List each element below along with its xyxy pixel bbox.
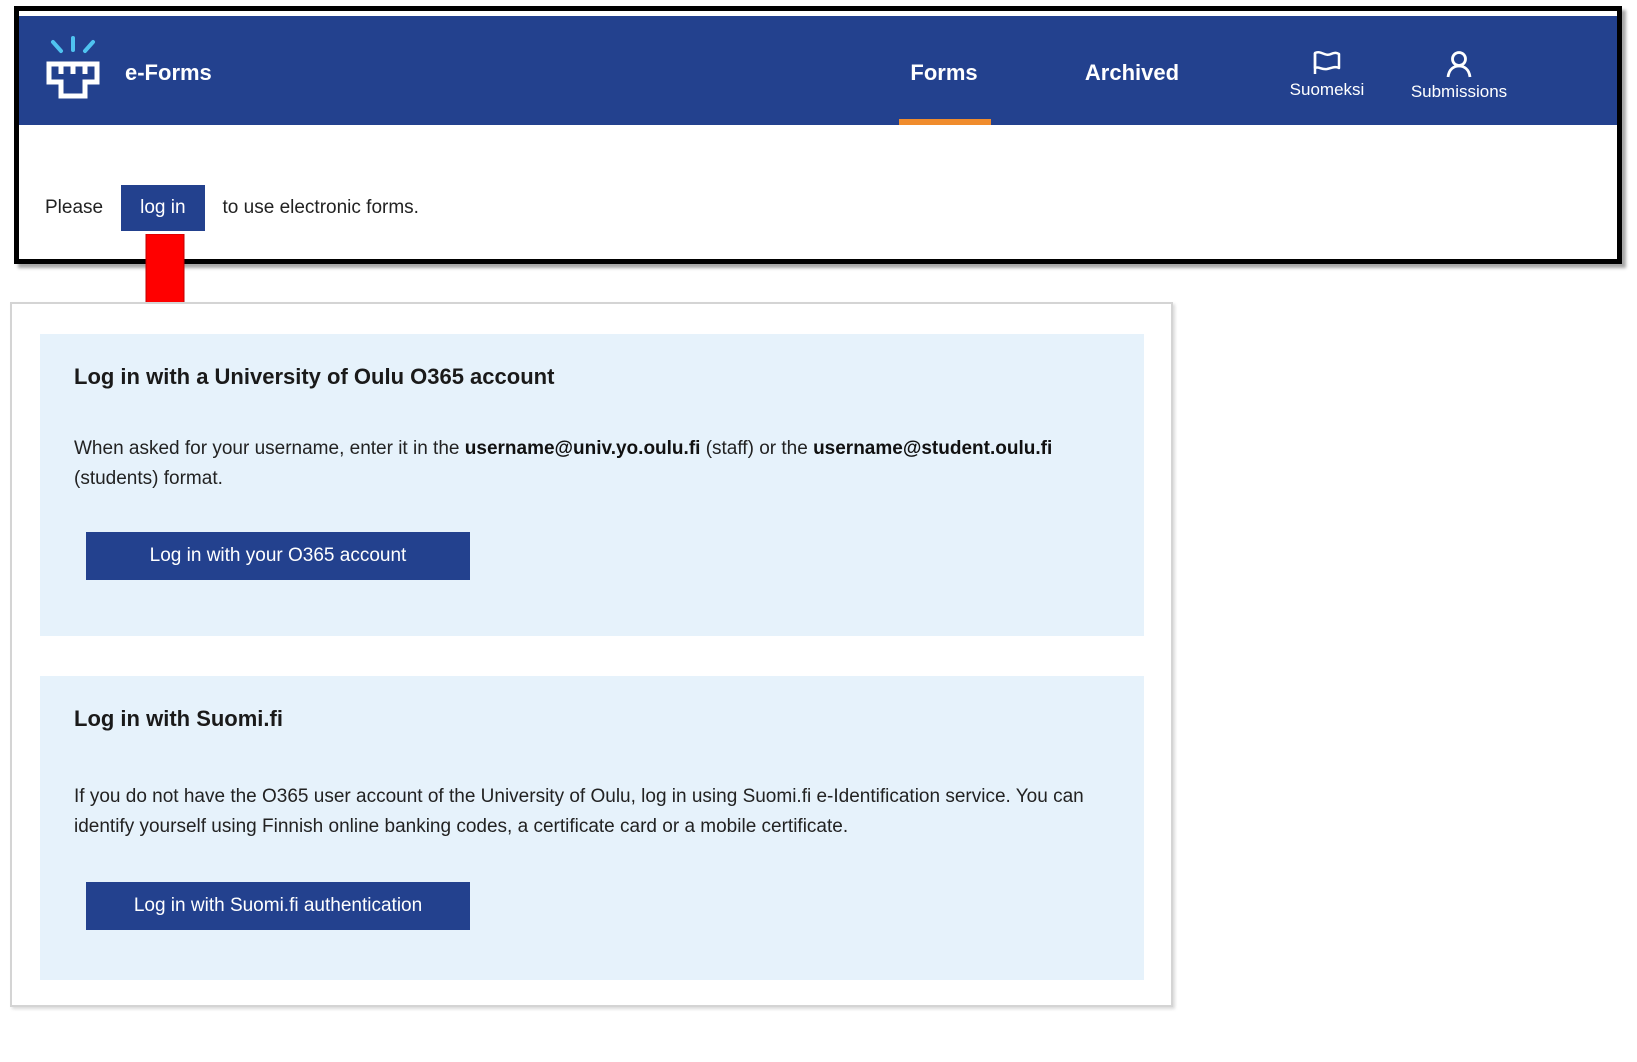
o365-login-card: Log in with a University of Oulu O365 ac… (40, 334, 1144, 636)
o365-card-description: When asked for your username, enter it i… (74, 434, 1114, 494)
login-prompt-after: to use electronic forms. (222, 197, 419, 218)
nav-forms[interactable]: Forms (899, 60, 989, 86)
app-brand[interactable]: e-Forms (125, 60, 212, 86)
flag-icon (1313, 51, 1341, 74)
login-options-panel: Log in with a University of Oulu O365 ac… (10, 302, 1173, 1007)
submissions-label: Submissions (1410, 82, 1508, 101)
log-in-button[interactable]: log in (121, 185, 205, 231)
staff-username-format: username@univ.yo.oulu.fi (464, 438, 701, 459)
language-switch-suomeksi[interactable]: Suomeksi (1281, 50, 1373, 100)
suomifi-login-button[interactable]: Log in with Suomi.fi authentication (86, 882, 470, 930)
o365-login-button[interactable]: Log in with your O365 account (86, 532, 470, 580)
o365-text-part: (students) format. (74, 468, 223, 489)
suomifi-card-description: If you do not have the O365 user account… (74, 786, 1084, 837)
suomifi-login-card: Log in with Suomi.fi If you do not have … (40, 676, 1144, 980)
nav-submissions[interactable]: Submissions (1399, 50, 1519, 102)
top-navbar: e-Forms Forms Archived Suomeksi Submissi… (19, 16, 1617, 125)
suomeksi-label: Suomeksi (1289, 80, 1365, 99)
header-screenshot-frame: e-Forms Forms Archived Suomeksi Submissi… (14, 6, 1622, 264)
suomifi-card-title: Log in with Suomi.fi (74, 706, 283, 731)
nav-archived[interactable]: Archived (1077, 60, 1187, 86)
active-tab-indicator (899, 119, 991, 125)
login-prompt: Please log in to use electronic forms. (45, 185, 419, 231)
student-username-format: username@student.oulu.fi (813, 438, 1053, 459)
o365-text-part: (staff) or the (700, 438, 814, 459)
login-prompt-before: Please (45, 197, 104, 218)
user-icon (1446, 51, 1472, 78)
university-of-oulu-logo-icon[interactable] (45, 34, 101, 106)
o365-card-title: Log in with a University of Oulu O365 ac… (74, 364, 555, 389)
o365-text-part: When asked for your username, enter it i… (74, 438, 465, 459)
